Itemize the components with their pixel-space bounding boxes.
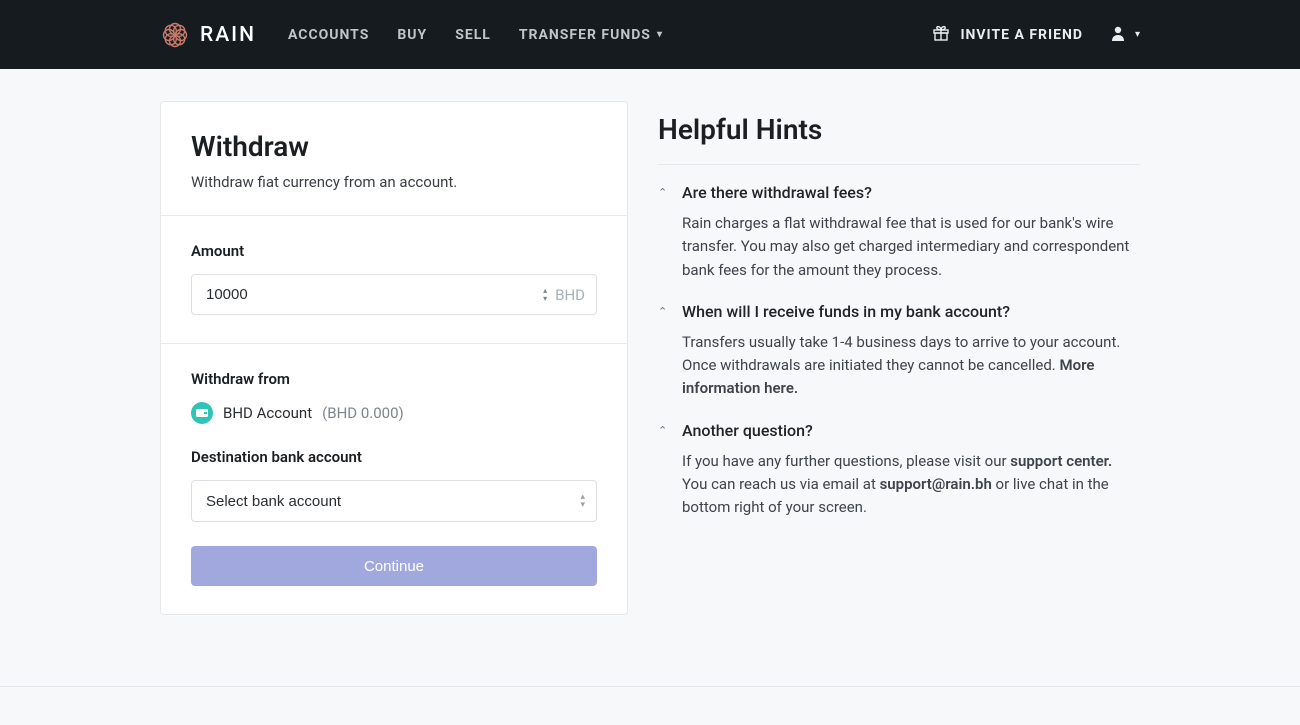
hint-answer: Transfers usually take 1-4 business days…	[658, 331, 1140, 401]
destination-label: Destination bank account	[191, 448, 597, 466]
nav-accounts[interactable]: ACCOUNTS	[288, 27, 369, 43]
hint-answer: If you have any further questions, pleas…	[658, 450, 1140, 520]
invite-friend-button[interactable]: INVITE A FRIEND	[932, 24, 1083, 46]
hints-title: Helpful Hints	[658, 113, 1140, 165]
hint-question: Are there withdrawal fees?	[682, 183, 872, 202]
withdraw-card: Withdraw Withdraw fiat currency from an …	[160, 101, 628, 615]
brand-logo-icon	[160, 20, 190, 50]
nav-transfer-funds[interactable]: TRANSFER FUNDS ▾	[519, 27, 663, 43]
hint-toggle-fees[interactable]: ⌃ Are there withdrawal fees?	[658, 183, 1140, 202]
user-menu[interactable]: ▾	[1109, 24, 1140, 46]
helpful-hints-panel: Helpful Hints ⌃ Are there withdrawal fee…	[658, 101, 1140, 615]
number-stepper-icon[interactable]: ▴▾	[543, 287, 547, 303]
brand-logo[interactable]: RAIN	[160, 20, 256, 50]
destination-account-select[interactable]: Select bank account	[191, 480, 597, 522]
nav-buy[interactable]: BUY	[397, 27, 427, 43]
support-center-link[interactable]: support center.	[1010, 452, 1112, 470]
hint-question: When will I receive funds in my bank acc…	[682, 302, 1010, 321]
chevron-up-icon: ⌃	[658, 305, 668, 318]
chevron-up-icon: ⌃	[658, 186, 668, 199]
source-account-row: BHD Account (BHD 0.000)	[191, 402, 597, 424]
nav-sell[interactable]: SELL	[455, 27, 491, 43]
app-header: RAIN ACCOUNTS BUY SELL TRANSFER FUNDS ▾ …	[0, 0, 1300, 69]
hint-answer: Rain charges a flat withdrawal fee that …	[658, 212, 1140, 282]
user-icon	[1109, 24, 1127, 46]
amount-label: Amount	[191, 242, 597, 260]
chevron-up-icon: ⌃	[658, 424, 668, 437]
hint-question: Another question?	[682, 421, 813, 440]
withdraw-from-label: Withdraw from	[191, 370, 597, 388]
currency-suffix: BHD	[555, 286, 585, 304]
invite-friend-label: INVITE A FRIEND	[960, 27, 1083, 43]
chevron-down-icon: ▾	[1135, 29, 1140, 40]
amount-input[interactable]	[191, 274, 597, 315]
gift-icon	[932, 24, 950, 46]
continue-button[interactable]: Continue	[191, 546, 597, 586]
nav-transfer-funds-label: TRANSFER FUNDS	[519, 27, 651, 43]
account-name: BHD Account	[223, 404, 312, 422]
account-balance: (BHD 0.000)	[322, 404, 404, 422]
chevron-down-icon: ▾	[657, 29, 663, 40]
destination-select-placeholder: Select bank account	[206, 493, 341, 510]
page-title: Withdraw	[191, 130, 597, 163]
brand-name: RAIN	[200, 23, 256, 47]
support-email-link[interactable]: support@rain.bh	[880, 475, 992, 493]
main-nav: ACCOUNTS BUY SELL TRANSFER FUNDS ▾	[288, 27, 663, 43]
page-subtitle: Withdraw fiat currency from an account.	[191, 173, 597, 191]
hint-toggle-timing[interactable]: ⌃ When will I receive funds in my bank a…	[658, 302, 1140, 321]
wallet-icon	[191, 402, 213, 424]
hint-toggle-another[interactable]: ⌃ Another question?	[658, 421, 1140, 440]
footer-divider	[0, 686, 1300, 687]
